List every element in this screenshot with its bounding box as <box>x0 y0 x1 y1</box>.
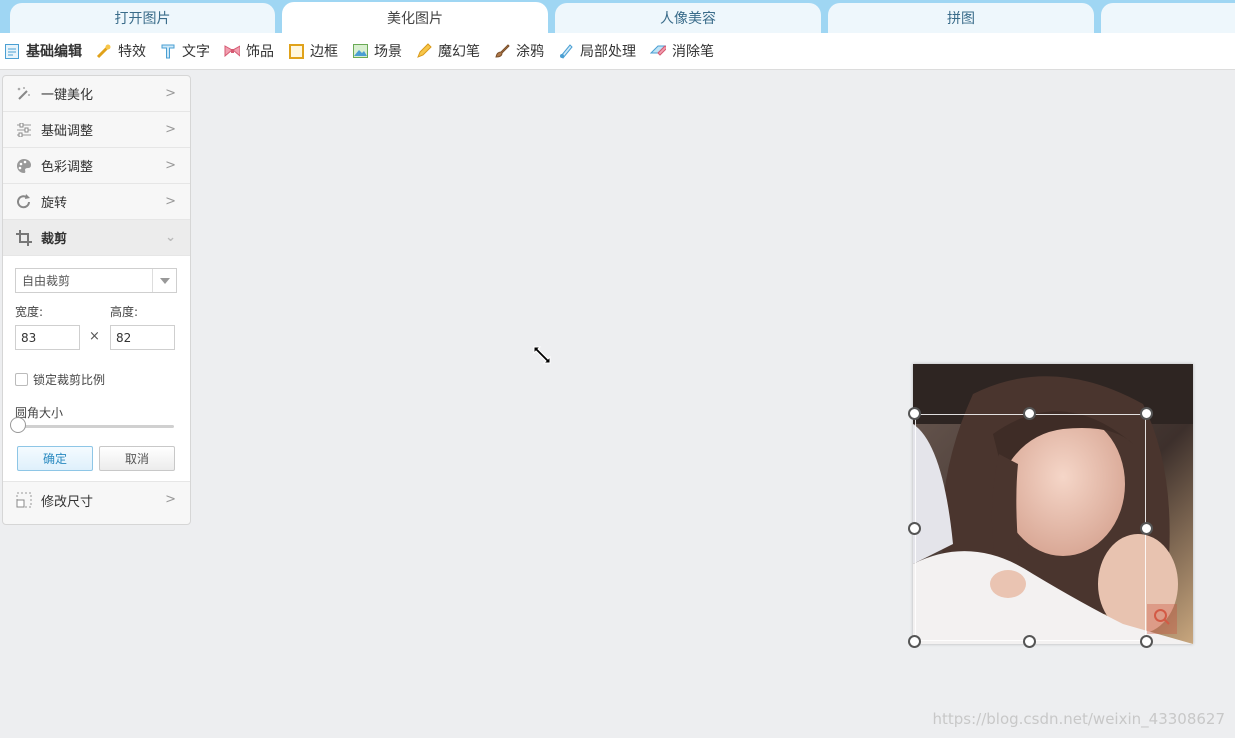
tool-doodle[interactable]: 涂鸦 <box>490 33 554 70</box>
confirm-button[interactable]: 确定 <box>17 446 93 471</box>
tab-open-image[interactable]: 打开图片 <box>10 3 275 33</box>
chevron-right-icon: > <box>165 86 176 101</box>
tool-text[interactable]: 文字 <box>156 33 220 70</box>
brush-icon <box>494 43 510 59</box>
chevron-right-icon: > <box>165 122 176 137</box>
chevron-down-icon: ⌄ <box>165 230 176 245</box>
text-t-icon <box>160 43 176 59</box>
crop-handle-top-right[interactable] <box>1140 407 1153 420</box>
tool-magic-pen[interactable]: 魔幻笔 <box>412 33 490 70</box>
crop-handle-top[interactable] <box>1023 407 1036 420</box>
zoom-button[interactable] <box>1147 604 1177 634</box>
tool-frame[interactable]: 边框 <box>284 33 348 70</box>
times-symbol: × <box>89 329 100 344</box>
tool-partial[interactable]: 局部处理 <box>554 33 646 70</box>
tab-animation[interactable]: 动 <box>1101 3 1235 33</box>
lock-ratio-checkbox[interactable] <box>15 373 28 386</box>
crop-mode-select[interactable]: 自由裁剪 <box>15 268 177 293</box>
width-label: 宽度: <box>15 305 44 319</box>
crop-handle-right[interactable] <box>1140 522 1153 535</box>
corner-radius-slider-knob[interactable] <box>10 417 26 433</box>
magic-wand-icon <box>96 43 112 59</box>
chevron-right-icon: > <box>165 492 176 507</box>
cancel-button[interactable]: 取消 <box>99 446 175 471</box>
edit-doc-icon <box>4 43 20 59</box>
height-label: 高度: <box>110 305 139 319</box>
panel-item-color-adjust[interactable]: 色彩调整 > <box>3 148 190 184</box>
crop-selection-box[interactable] <box>915 414 1146 641</box>
crop-handle-bottom[interactable] <box>1023 635 1036 648</box>
panel-item-auto-beautify[interactable]: 一键美化 > <box>3 76 190 112</box>
tool-scene[interactable]: 场景 <box>348 33 412 70</box>
panel-item-rotate[interactable]: 旋转 > <box>3 184 190 220</box>
corner-radius-slider-track[interactable] <box>16 425 174 428</box>
chevron-right-icon: > <box>165 158 176 173</box>
top-tab-bar: 打开图片 美化图片 人像美容 拼图 动 <box>0 0 1235 33</box>
tab-beautify-image[interactable]: 美化图片 <box>282 2 548 33</box>
crop-width-input[interactable]: 83 <box>15 325 80 350</box>
tool-effects[interactable]: 特效 <box>92 33 156 70</box>
bow-icon <box>224 43 240 59</box>
eraser-icon <box>650 43 666 59</box>
crop-handle-bottom-left[interactable] <box>908 635 921 648</box>
panel-item-basic-adjust[interactable]: 基础调整 > <box>3 112 190 148</box>
lock-ratio-label: 锁定裁剪比例 <box>33 373 106 387</box>
crop-icon <box>15 229 33 247</box>
tool-eraser[interactable]: 消除笔 <box>646 33 724 70</box>
toolbar: 基础编辑 特效 文字 饰品 边框 场景 魔幻笔 涂鸦 局部处理 消除笔 <box>0 33 1235 70</box>
tool-decorations[interactable]: 饰品 <box>220 33 284 70</box>
tab-portrait[interactable]: 人像美容 <box>555 3 821 33</box>
crop-handle-bottom-right[interactable] <box>1140 635 1153 648</box>
crop-handle-left[interactable] <box>908 522 921 535</box>
partial-icon <box>558 43 574 59</box>
dropdown-arrow-icon <box>152 269 176 292</box>
frame-icon <box>288 43 304 59</box>
magnifier-icon <box>1153 608 1171 630</box>
tab-collage[interactable]: 拼图 <box>828 3 1094 33</box>
landscape-icon <box>352 43 368 59</box>
resize-cursor-icon <box>533 346 551 368</box>
tool-basic-edit[interactable]: 基础编辑 <box>0 33 92 70</box>
palette-icon <box>15 157 33 175</box>
panel-item-resize[interactable]: 修改尺寸 > <box>3 482 190 518</box>
crop-height-input[interactable]: 82 <box>110 325 175 350</box>
resize-icon <box>15 491 33 509</box>
sliders-icon <box>15 121 33 139</box>
pen-icon <box>416 43 432 59</box>
sparkle-icon <box>15 85 33 103</box>
rotate-icon <box>15 193 33 211</box>
crop-handle-top-left[interactable] <box>908 407 921 420</box>
chevron-right-icon: > <box>165 194 176 209</box>
watermark-text: https://blog.csdn.net/weixin_43308627 <box>932 710 1225 728</box>
panel-item-crop[interactable]: 裁剪 ⌄ <box>3 220 190 256</box>
